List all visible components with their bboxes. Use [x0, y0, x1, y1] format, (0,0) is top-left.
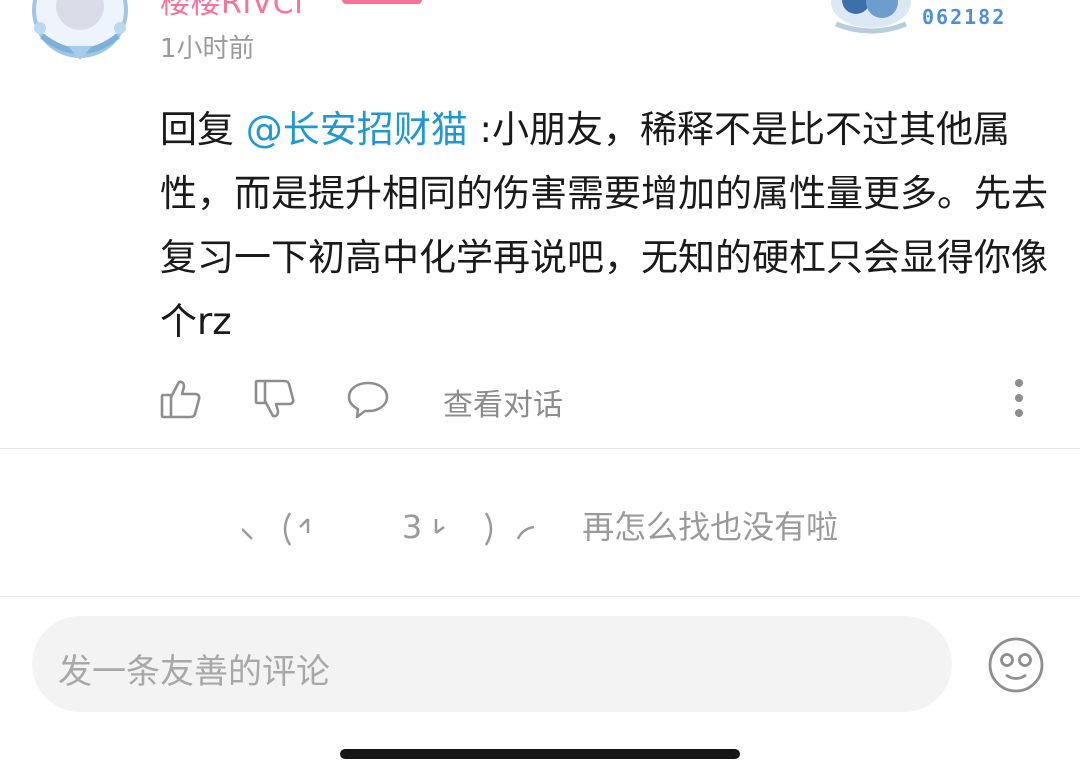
comment-input-placeholder[interactable]: 发一条友善的评论 [58, 644, 330, 693]
level-badge [342, 0, 422, 4]
chat-bubble-icon[interactable] [347, 378, 389, 420]
user-avatar[interactable] [22, 0, 138, 64]
home-indicator[interactable] [340, 749, 740, 759]
vertical-ellipsis-icon[interactable] [1002, 376, 1036, 422]
reply-prefix: 回复 [160, 108, 234, 151]
divider [0, 448, 1080, 449]
thumbs-up-icon[interactable] [160, 378, 202, 420]
end-of-list-text: 再怎么找也没有啦 [582, 508, 839, 546]
fan-number: 062182 [922, 5, 1007, 29]
fan-badge-decoration [826, 0, 916, 36]
kaomoji-mouth: 3 [401, 508, 423, 546]
view-conversation-link[interactable]: 查看对话 [443, 380, 563, 424]
mention-link[interactable]: @长安招财猫 [246, 108, 468, 151]
divider [0, 596, 1080, 597]
thumbs-down-icon[interactable] [254, 378, 296, 420]
comment-timestamp: 1小时前 [160, 34, 255, 64]
comment-text: 回复 @长安招财猫 :小朋友，稀释不是比不过其他属性，而是提升相同的伤害需要增加… [160, 98, 1050, 354]
end-of-list-message: 3 再怎么找也没有啦 [0, 502, 1080, 549]
smiley-face-icon[interactable] [987, 636, 1045, 694]
username[interactable]: 楼楼RIVCI [160, 0, 304, 22]
kaomoji-right-icon [434, 512, 535, 546]
kaomoji-left-icon [241, 512, 310, 546]
